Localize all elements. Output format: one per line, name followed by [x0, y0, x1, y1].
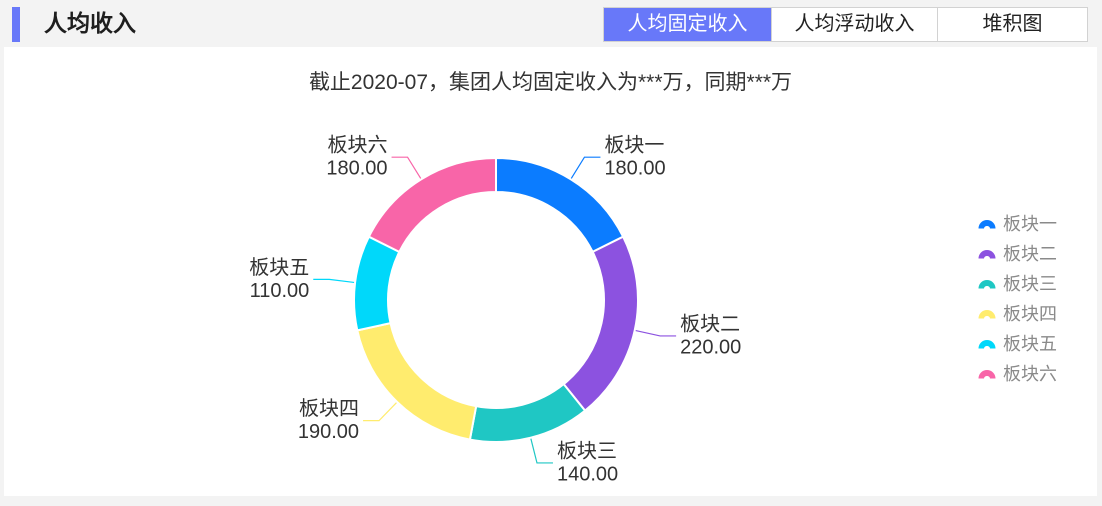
- legend-item-2[interactable]: 板块二: [978, 239, 1088, 269]
- donut-slice-3[interactable]: [468, 382, 587, 443]
- legend-label: 板块四: [1003, 304, 1057, 324]
- tab-stacked-chart[interactable]: 堆积图: [937, 8, 1087, 41]
- legend-marker-icon: [978, 280, 996, 289]
- data-label-name: 板块二: [680, 312, 740, 335]
- donut-slice-6[interactable]: [367, 156, 497, 254]
- label-line-3: [530, 438, 553, 464]
- donut-slice-4[interactable]: [356, 321, 478, 441]
- label-line-5: [313, 278, 355, 284]
- legend-label: 板块五: [1003, 334, 1057, 354]
- legend-marker-icon: [978, 370, 996, 379]
- legend-marker-icon: [978, 310, 996, 319]
- legend-item-4[interactable]: 板块四: [978, 299, 1088, 329]
- header-accent-bar: [12, 7, 20, 42]
- data-label-value: 180.00: [604, 158, 665, 180]
- data-label-name: 板块三: [557, 439, 617, 462]
- legend-item-5[interactable]: 板块五: [978, 329, 1088, 359]
- legend-label: 板块六: [1003, 364, 1057, 384]
- legend-marker-icon: [978, 250, 996, 259]
- data-label-name: 板块一: [604, 134, 664, 157]
- data-label-name: 板块五: [249, 256, 309, 279]
- legend-marker-icon: [978, 340, 996, 349]
- donut-chart: 板块一180.00板块二220.00板块三140.00板块四190.00板块五1…: [249, 134, 741, 486]
- donut-slice-2[interactable]: [562, 235, 639, 413]
- legend-item-3[interactable]: 板块三: [978, 269, 1088, 299]
- legend-item-6[interactable]: 板块六: [978, 359, 1088, 389]
- legend-label: 板块一: [1003, 214, 1057, 234]
- panel-header: 人均收入 人均固定收入 人均浮动收入 堆积图: [0, 0, 1102, 47]
- tab-fixed-income[interactable]: 人均固定收入: [604, 8, 771, 41]
- label-line-1: [570, 156, 601, 179]
- income-panel: 人均收入 人均固定收入 人均浮动收入 堆积图 截止2020-07，集团人均固定收…: [0, 0, 1102, 506]
- legend-label: 板块三: [1003, 274, 1057, 294]
- data-label-value: 180.00: [326, 158, 387, 180]
- chart-card: 截止2020-07，集团人均固定收入为***万，同期***万 板块一 180.00…: [4, 47, 1097, 496]
- label-line-4: [363, 402, 397, 422]
- donut-slice-5[interactable]: [353, 235, 401, 332]
- legend-marker-icon: [978, 220, 996, 229]
- data-label-name: 板块四: [299, 397, 359, 420]
- panel-title: 人均收入: [44, 10, 136, 36]
- legend-label: 板块二: [1003, 244, 1057, 264]
- data-label-value: 220.00: [680, 336, 741, 358]
- tab-bar: 人均固定收入 人均浮动收入 堆积图: [603, 7, 1088, 42]
- legend-item-1[interactable]: 板块一: [978, 209, 1088, 239]
- data-label-value: 110.00: [250, 280, 310, 302]
- data-label-value: 140.00: [557, 463, 618, 485]
- data-label-name: 板块六: [328, 134, 388, 157]
- chart-legend: 板块一 板块二 板块三 板块四 板块五 板块六: [978, 209, 1088, 389]
- label-line-6: [391, 156, 422, 179]
- label-line-2: [635, 330, 677, 337]
- tab-floating-income[interactable]: 人均浮动收入: [771, 8, 937, 41]
- data-label-value: 190.00: [298, 421, 359, 443]
